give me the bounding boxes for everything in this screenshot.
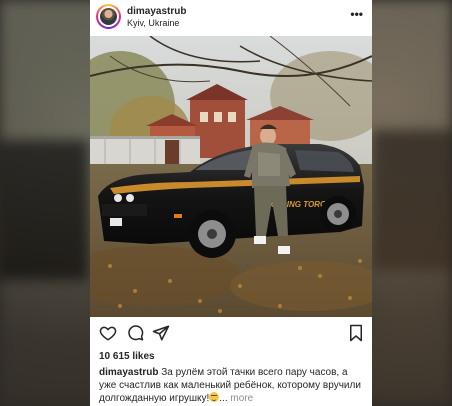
paper-plane-icon[interactable] xyxy=(152,324,170,342)
comment-bubble-icon[interactable] xyxy=(126,324,144,342)
more-horizontal-icon[interactable]: ••• xyxy=(350,8,363,20)
caption-ellipsis: ... xyxy=(219,393,228,404)
post-caption: dimayastrub За рулём этой тачки всего па… xyxy=(99,367,365,406)
post-header: dimayastrub Kyiv, Ukraine ••• xyxy=(90,0,372,36)
post-actions xyxy=(90,322,372,346)
heart-icon[interactable] xyxy=(99,324,117,342)
caption-more-link[interactable]: more xyxy=(230,393,253,404)
likes-count[interactable]: 10 615 likes xyxy=(99,351,155,362)
smiling-emoji-icon xyxy=(209,392,220,402)
post-photo[interactable]: ROLLING TORQUE xyxy=(90,36,372,317)
bookmark-icon[interactable] xyxy=(347,324,365,342)
avatar[interactable] xyxy=(96,4,121,29)
caption-username[interactable]: dimayastrub xyxy=(99,367,158,378)
instagram-post: dimayastrub Kyiv, Ukraine ••• ROLLING TO… xyxy=(90,0,372,406)
post-username[interactable]: dimayastrub xyxy=(127,6,186,17)
post-location[interactable]: Kyiv, Ukraine xyxy=(127,18,179,28)
